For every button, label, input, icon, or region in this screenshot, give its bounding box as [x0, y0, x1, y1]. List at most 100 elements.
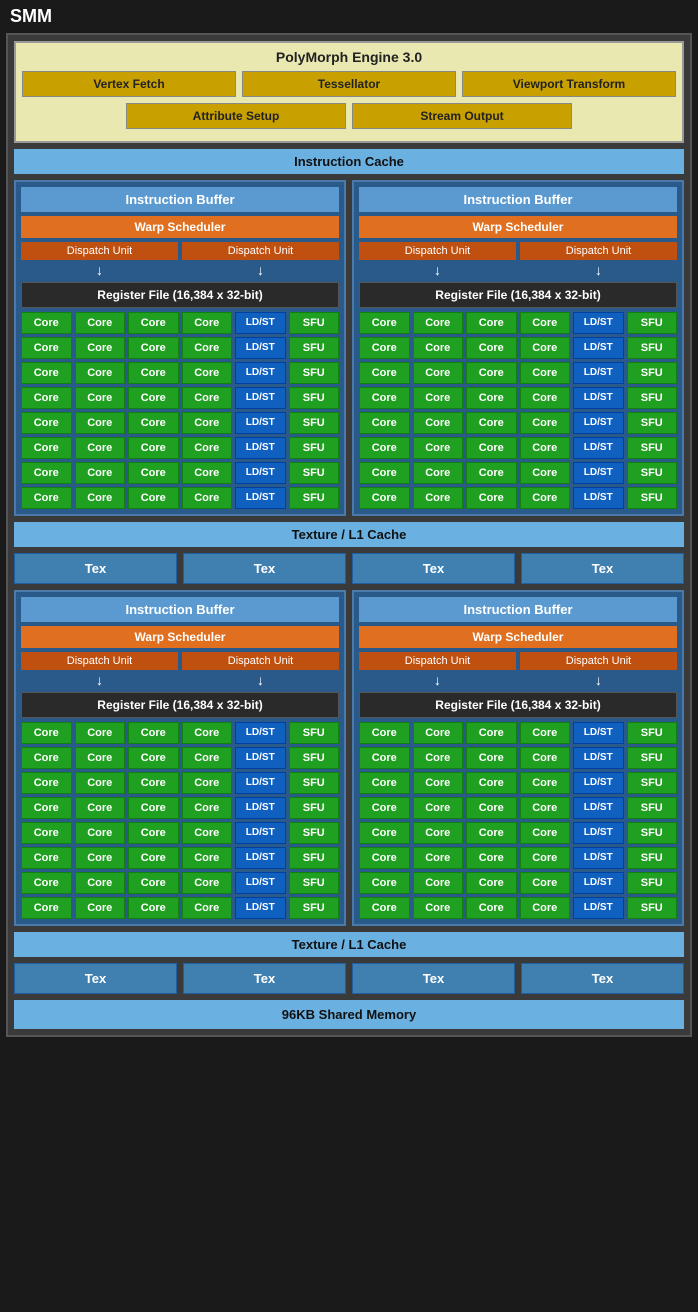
- core-cell: Core: [75, 897, 126, 919]
- ldst-cell: LD/ST: [235, 312, 286, 334]
- dispatch1-top-left: Dispatch Unit: [21, 242, 178, 260]
- sfu-cell: SFU: [289, 872, 340, 894]
- core-row: Core Core Core Core LD/ST SFU: [359, 337, 677, 359]
- core-cell: Core: [75, 722, 126, 744]
- rf-top-right: Register File (16,384 x 32-bit): [359, 282, 677, 308]
- core-cell: Core: [359, 337, 410, 359]
- core-row: Core Core Core Core LD/ST SFU: [21, 822, 339, 844]
- core-cell: Core: [466, 412, 517, 434]
- ib-top-left: Instruction Buffer: [21, 187, 339, 212]
- core-cell: Core: [182, 487, 233, 509]
- core-row: Core Core Core Core LD/ST SFU: [21, 722, 339, 744]
- ib-bottom-left: Instruction Buffer: [21, 597, 339, 622]
- core-cell: Core: [128, 362, 179, 384]
- arrows-bottom-right: ↓ ↓: [359, 672, 677, 688]
- sfu-cell: SFU: [289, 487, 340, 509]
- sfu-cell: SFU: [289, 387, 340, 409]
- tex1-bottom: Tex: [14, 963, 177, 994]
- core-row: Core Core Core Core LD/ST SFU: [359, 487, 677, 509]
- arrow1-bottom-right: ↓: [359, 672, 516, 688]
- core-cell: Core: [128, 847, 179, 869]
- tex4-top: Tex: [521, 553, 684, 584]
- arrows-top-right: ↓ ↓: [359, 262, 677, 278]
- sfu-cell: SFU: [627, 412, 678, 434]
- dispatch-row-bottom-right: Dispatch Unit Dispatch Unit: [359, 652, 677, 670]
- sfu-cell: SFU: [627, 847, 678, 869]
- arrows-bottom-left: ↓ ↓: [21, 672, 339, 688]
- ldst-cell: LD/ST: [235, 412, 286, 434]
- core-cell: Core: [520, 312, 571, 334]
- core-cell: Core: [21, 362, 72, 384]
- core-cell: Core: [520, 772, 571, 794]
- core-row: Core Core Core Core LD/ST SFU: [21, 437, 339, 459]
- core-cell: Core: [21, 437, 72, 459]
- sfu-cell: SFU: [627, 897, 678, 919]
- tex4-bottom: Tex: [521, 963, 684, 994]
- core-row: Core Core Core Core LD/ST SFU: [21, 487, 339, 509]
- ib-top-right: Instruction Buffer: [359, 187, 677, 212]
- core-cell: Core: [520, 387, 571, 409]
- core-cell: Core: [413, 462, 464, 484]
- ldst-cell: LD/ST: [235, 437, 286, 459]
- core-cell: Core: [359, 847, 410, 869]
- core-row: Core Core Core Core LD/ST SFU: [21, 387, 339, 409]
- ws-top-right: Warp Scheduler: [359, 216, 677, 238]
- core-cell: Core: [359, 897, 410, 919]
- core-cell: Core: [21, 337, 72, 359]
- sfu-cell: SFU: [289, 897, 340, 919]
- arrows-top-left: ↓ ↓: [21, 262, 339, 278]
- ldst-cell: LD/ST: [573, 337, 624, 359]
- core-cell: Core: [128, 822, 179, 844]
- core-row: Core Core Core Core LD/ST SFU: [21, 897, 339, 919]
- sfu-cell: SFU: [627, 362, 678, 384]
- core-cell: Core: [182, 437, 233, 459]
- core-row: Core Core Core Core LD/ST SFU: [21, 797, 339, 819]
- dispatch1-top-right: Dispatch Unit: [359, 242, 516, 260]
- attribute-setup: Attribute Setup: [126, 103, 346, 129]
- core-cell: Core: [21, 822, 72, 844]
- tessellator: Tessellator: [242, 71, 456, 97]
- core-row: Core Core Core Core LD/ST SFU: [359, 462, 677, 484]
- sfu-cell: SFU: [627, 872, 678, 894]
- core-cell: Core: [21, 312, 72, 334]
- core-cell: Core: [128, 872, 179, 894]
- ws-bottom-right: Warp Scheduler: [359, 626, 677, 648]
- ldst-cell: LD/ST: [573, 362, 624, 384]
- core-cell: Core: [128, 412, 179, 434]
- sfu-cell: SFU: [289, 722, 340, 744]
- core-cell: Core: [520, 337, 571, 359]
- core-grid-top-right: Core Core Core Core LD/ST SFU Core Core …: [359, 312, 677, 509]
- core-cell: Core: [520, 362, 571, 384]
- core-cell: Core: [466, 487, 517, 509]
- smm-title: SMM: [0, 0, 698, 33]
- core-cell: Core: [520, 487, 571, 509]
- core-cell: Core: [21, 462, 72, 484]
- ldst-cell: LD/ST: [235, 722, 286, 744]
- dispatch-row-bottom-left: Dispatch Unit Dispatch Unit: [21, 652, 339, 670]
- sfu-cell: SFU: [289, 312, 340, 334]
- polymorph-title: PolyMorph Engine 3.0: [22, 49, 676, 65]
- core-cell: Core: [182, 747, 233, 769]
- core-cell: Core: [359, 387, 410, 409]
- core-cell: Core: [75, 437, 126, 459]
- core-cell: Core: [413, 872, 464, 894]
- core-cell: Core: [128, 797, 179, 819]
- tex-row-top: Tex Tex Tex Tex: [14, 553, 684, 584]
- core-cell: Core: [359, 462, 410, 484]
- outer-wrapper: PolyMorph Engine 3.0 Vertex Fetch Tessel…: [6, 33, 692, 1037]
- core-row: Core Core Core Core LD/ST SFU: [359, 362, 677, 384]
- ldst-cell: LD/ST: [235, 747, 286, 769]
- ldst-cell: LD/ST: [235, 362, 286, 384]
- core-cell: Core: [359, 312, 410, 334]
- core-row: Core Core Core Core LD/ST SFU: [21, 337, 339, 359]
- core-cell: Core: [75, 797, 126, 819]
- ldst-cell: LD/ST: [573, 437, 624, 459]
- core-cell: Core: [182, 797, 233, 819]
- tex3-top: Tex: [352, 553, 515, 584]
- core-cell: Core: [21, 387, 72, 409]
- core-cell: Core: [128, 462, 179, 484]
- sm-block-top-left: Instruction Buffer Warp Scheduler Dispat…: [14, 180, 346, 516]
- core-cell: Core: [75, 387, 126, 409]
- sfu-cell: SFU: [289, 772, 340, 794]
- core-cell: Core: [21, 747, 72, 769]
